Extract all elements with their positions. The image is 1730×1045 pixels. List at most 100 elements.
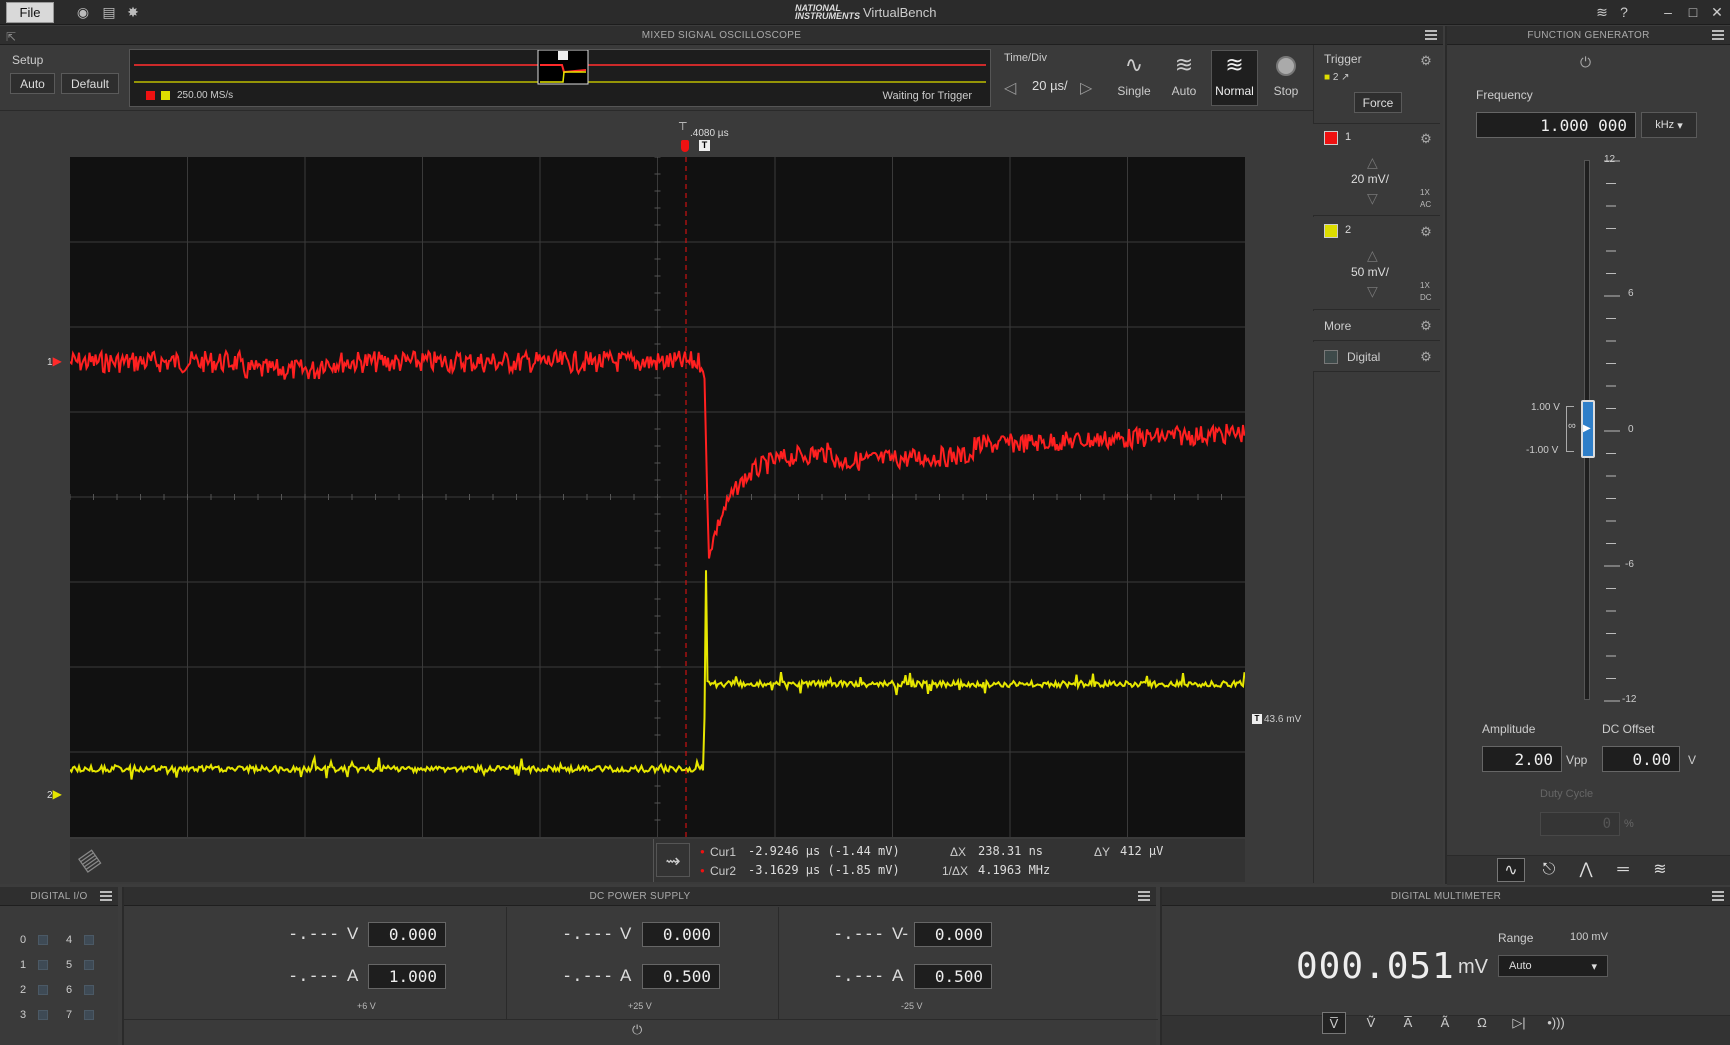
waveform-overview[interactable]: 250.00 MS/s Waiting for Trigger	[129, 49, 991, 107]
export-icon[interactable]: ▤	[100, 4, 118, 20]
scale-label-neg12: -12	[1622, 694, 1637, 705]
noise-wave-icon[interactable]: ≋	[1646, 858, 1674, 882]
psu3-voltage-input[interactable]: 0.000	[914, 922, 992, 947]
dio-menu-icon[interactable]	[100, 891, 112, 901]
ch2-scale-up-icon[interactable]: △	[1367, 247, 1378, 264]
ch2-enable-checkbox[interactable]	[1324, 224, 1338, 238]
ch1-gear-icon[interactable]: ⚙	[1420, 132, 1432, 145]
dio-pin-1[interactable]	[38, 960, 48, 970]
trigger-time-icon: ⊤	[678, 121, 688, 133]
frequency-label: Frequency	[1476, 88, 1533, 102]
dc-current-icon[interactable]: A̅	[1396, 1012, 1420, 1034]
ac-current-icon[interactable]: Ã	[1433, 1012, 1457, 1034]
ch1-offset-marker[interactable]: 1▶	[47, 354, 62, 368]
psu1-voltage-input[interactable]: 0.000	[368, 922, 446, 947]
single-mode-button[interactable]: ∿ Single	[1111, 52, 1157, 104]
psu-menu-icon[interactable]	[1138, 891, 1150, 901]
psu2-voltage-input[interactable]: 0.000	[642, 922, 720, 947]
dio-pin-7[interactable]	[84, 1010, 94, 1020]
continuity-icon[interactable]: •)))	[1544, 1012, 1568, 1034]
ruler-icon[interactable]: ▤	[65, 836, 112, 883]
dio-pin-5[interactable]	[84, 960, 94, 970]
resistance-icon[interactable]: Ω	[1470, 1012, 1494, 1034]
close-icon[interactable]: ✕	[1707, 3, 1727, 21]
ac-voltage-icon[interactable]: Ṽ	[1359, 1012, 1383, 1034]
ch1-scale-down-icon[interactable]: ▽	[1367, 190, 1378, 207]
psu-power-icon[interactable]: ⏻	[632, 1022, 642, 1038]
digital-gear-icon[interactable]: ⚙	[1420, 350, 1432, 363]
camera-icon[interactable]: ◉	[74, 4, 92, 20]
link-icon[interactable]: ∞	[1568, 420, 1576, 432]
fgen-power-icon[interactable]: ⏻	[1580, 54, 1591, 71]
stop-button[interactable]: Stop	[1263, 52, 1309, 104]
dio-pin-3[interactable]	[38, 1010, 48, 1020]
ch2-scale-down-icon[interactable]: ▽	[1367, 283, 1378, 300]
frequency-unit-select[interactable]: kHz ▾	[1641, 112, 1697, 138]
dio-pin-2[interactable]	[38, 985, 48, 995]
scale-label-0: 0	[1628, 424, 1634, 435]
sine-wave-icon[interactable]: ∿	[1497, 858, 1525, 882]
minimize-icon[interactable]: –	[1658, 3, 1678, 21]
divider	[506, 907, 507, 1019]
ch1-enable-checkbox[interactable]	[1324, 131, 1338, 145]
fgen-menu-icon[interactable]	[1712, 30, 1724, 40]
timediv-value[interactable]: 20 µs/	[1032, 78, 1068, 93]
psu3-current-input[interactable]: 0.500	[914, 964, 992, 989]
title-bar: File ◉ ▤ ✸ NATIONAL INSTRUMENTS VirtualB…	[0, 0, 1730, 25]
help-icon[interactable]: ?	[1614, 3, 1634, 21]
cursor1-handle[interactable]	[681, 140, 689, 152]
wifi-icon[interactable]: ≋	[1592, 3, 1612, 21]
upper-voltage-label: 1.00 V	[1531, 402, 1560, 413]
maximize-icon[interactable]: □	[1683, 3, 1703, 21]
ch2-scale[interactable]: 50 mV/	[1351, 265, 1389, 279]
frequency-input[interactable]: 1.000 000	[1476, 112, 1636, 138]
trigger-position-handle[interactable]: T	[699, 140, 710, 151]
dc-voltage-icon[interactable]: V̅	[1322, 1012, 1346, 1034]
dc-wave-icon[interactable]: ═	[1609, 858, 1637, 882]
diode-icon[interactable]: ▷|	[1507, 1012, 1531, 1034]
psu2-current-input[interactable]: 0.500	[642, 964, 720, 989]
settings-sun-icon[interactable]: ✸	[124, 4, 142, 20]
ch1-scale-up-icon[interactable]: △	[1367, 154, 1378, 171]
auto-mode-button[interactable]: ≋ Auto	[1161, 52, 1207, 104]
default-setup-button[interactable]: Default	[61, 73, 119, 94]
channel-1-block[interactable]: 1 ⚙ △ 20 mV/ ▽ 1X AC	[1313, 123, 1440, 216]
psu1-current-input[interactable]: 1.000	[368, 964, 446, 989]
cursor-toggle-icon[interactable]: ⇝	[656, 843, 690, 877]
dy-label: ΔY	[1094, 845, 1111, 859]
ch2-gear-icon[interactable]: ⚙	[1420, 225, 1432, 238]
scope-header-label: MIXED SIGNAL OSCILLOSCOPE	[641, 29, 802, 41]
file-menu-button[interactable]: File	[6, 2, 54, 23]
trigger-level-icon[interactable]: T	[1252, 714, 1262, 724]
divider	[778, 907, 779, 1019]
dio-pin-4[interactable]	[84, 935, 94, 945]
more-gear-icon[interactable]: ⚙	[1420, 319, 1432, 332]
single-wave-icon: ∿	[1124, 52, 1144, 77]
digital-block[interactable]: Digital ⚙	[1313, 342, 1440, 372]
amplitude-input[interactable]: 2.00	[1482, 746, 1562, 772]
triangle-wave-icon[interactable]: ⋀	[1572, 858, 1600, 882]
expand-icon[interactable]: ⇱	[6, 30, 16, 44]
trigger-gear-icon[interactable]: ⚙	[1420, 54, 1432, 67]
digital-enable-checkbox[interactable]	[1324, 350, 1338, 364]
dc-offset-input[interactable]: 0.00	[1602, 746, 1680, 772]
dio-pin-6[interactable]	[84, 985, 94, 995]
more-block[interactable]: More ⚙	[1313, 311, 1440, 341]
scope-menu-icon[interactable]	[1425, 30, 1437, 40]
dmm-menu-icon[interactable]	[1712, 891, 1724, 901]
square-wave-icon[interactable]: ⎋	[1535, 858, 1563, 882]
dmm-unit: mV	[1458, 956, 1488, 978]
channel-2-block[interactable]: 2 ⚙ △ 50 mV/ ▽ 1X DC	[1313, 217, 1440, 310]
dio-pin-0[interactable]	[38, 935, 48, 945]
timediv-decrease-icon[interactable]: ◁	[1004, 78, 1016, 98]
timediv-increase-icon[interactable]: ▷	[1080, 78, 1092, 98]
auto-setup-button[interactable]: Auto	[10, 73, 55, 94]
force-trigger-button[interactable]: Force	[1354, 92, 1402, 113]
ch2-offset-marker[interactable]: 2▶	[47, 787, 62, 801]
trigger-source[interactable]: ■ 2 ↗	[1324, 72, 1350, 83]
scope-display[interactable]	[70, 157, 1245, 837]
dmm-range-select[interactable]: Auto ▾	[1498, 955, 1608, 977]
dio-pin-5-label: 5	[66, 959, 73, 971]
ch1-scale[interactable]: 20 mV/	[1351, 172, 1389, 186]
normal-mode-button[interactable]: ≋ Normal	[1211, 50, 1258, 106]
